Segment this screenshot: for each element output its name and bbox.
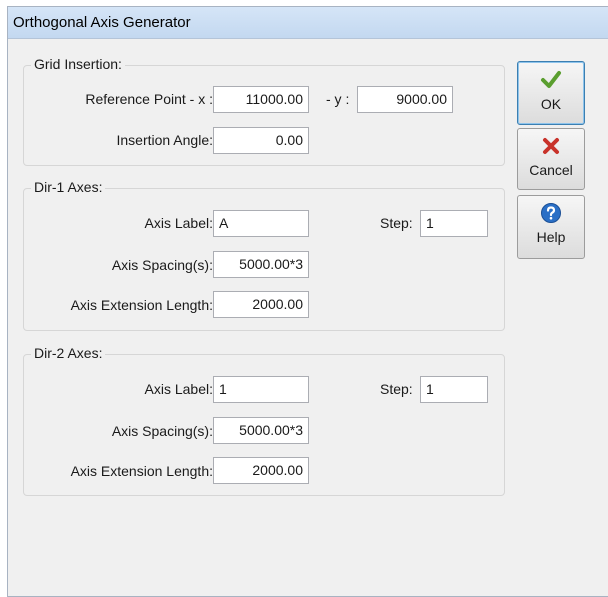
dir1-axis-spacing-label: Axis Spacing(s):	[111, 257, 213, 273]
insertion-angle-label: Insertion Angle:	[116, 132, 213, 148]
red-x-icon	[543, 138, 559, 154]
dir1-axis-extension-label: Axis Extension Length:	[70, 297, 213, 313]
dir2-axis-extension-label: Axis Extension Length:	[70, 463, 213, 479]
dir2-axis-label-label: Axis Label:	[144, 381, 213, 397]
dir1-axes-legend: Dir-1 Axes:	[31, 179, 106, 195]
checkmark-icon	[541, 71, 561, 88]
dir2-step-label: Step:	[380, 381, 413, 397]
dir2-axis-spacing-input[interactable]: 5000.00*3	[213, 417, 309, 444]
help-button-label: Help	[536, 229, 566, 245]
reference-point-y-label: - y :	[326, 91, 350, 107]
dir2-axes-group: Dir-2 Axes: Axis Label: 1 Step: 1 Axis S…	[23, 345, 505, 496]
grid-insertion-group: Grid Insertion: Reference Point - x : 11…	[23, 56, 505, 166]
dir1-axis-extension-input[interactable]: 2000.00	[213, 291, 309, 318]
dir1-step-label: Step:	[380, 215, 413, 231]
dir2-step-input[interactable]: 1	[420, 376, 488, 403]
dir2-axis-extension-input[interactable]: 2000.00	[213, 457, 309, 484]
dir1-axis-label-label: Axis Label:	[144, 215, 213, 231]
insertion-angle-input[interactable]: 0.00	[213, 127, 309, 154]
reference-point-x-input[interactable]: 11000.00	[213, 86, 309, 113]
dir2-axis-spacing-label: Axis Spacing(s):	[111, 423, 213, 439]
dir2-axis-label-input[interactable]: 1	[213, 376, 309, 403]
help-button[interactable]: Help	[517, 195, 585, 259]
dir1-axes-group: Dir-1 Axes: Axis Label: A Step: 1 Axis S…	[23, 179, 505, 331]
cancel-button[interactable]: Cancel	[517, 128, 585, 190]
window-title: Orthogonal Axis Generator	[13, 14, 191, 31]
cancel-button-label: Cancel	[529, 162, 573, 178]
dir1-axis-label-input[interactable]: A	[213, 210, 309, 237]
dialog-window: Orthogonal Axis Generator Grid Insertion…	[7, 6, 608, 597]
title-bar[interactable]: Orthogonal Axis Generator	[8, 7, 608, 39]
reference-point-x-label: Reference Point - x :	[85, 91, 213, 107]
question-mark-icon	[541, 203, 561, 223]
reference-point-y-input[interactable]: 9000.00	[357, 86, 453, 113]
ok-button[interactable]: OK	[517, 61, 585, 125]
dir1-axis-spacing-input[interactable]: 5000.00*3	[213, 251, 309, 278]
dir1-step-input[interactable]: 1	[420, 210, 488, 237]
dir2-axes-legend: Dir-2 Axes:	[31, 345, 106, 361]
ok-button-label: OK	[540, 96, 562, 112]
grid-insertion-legend: Grid Insertion:	[31, 56, 125, 72]
